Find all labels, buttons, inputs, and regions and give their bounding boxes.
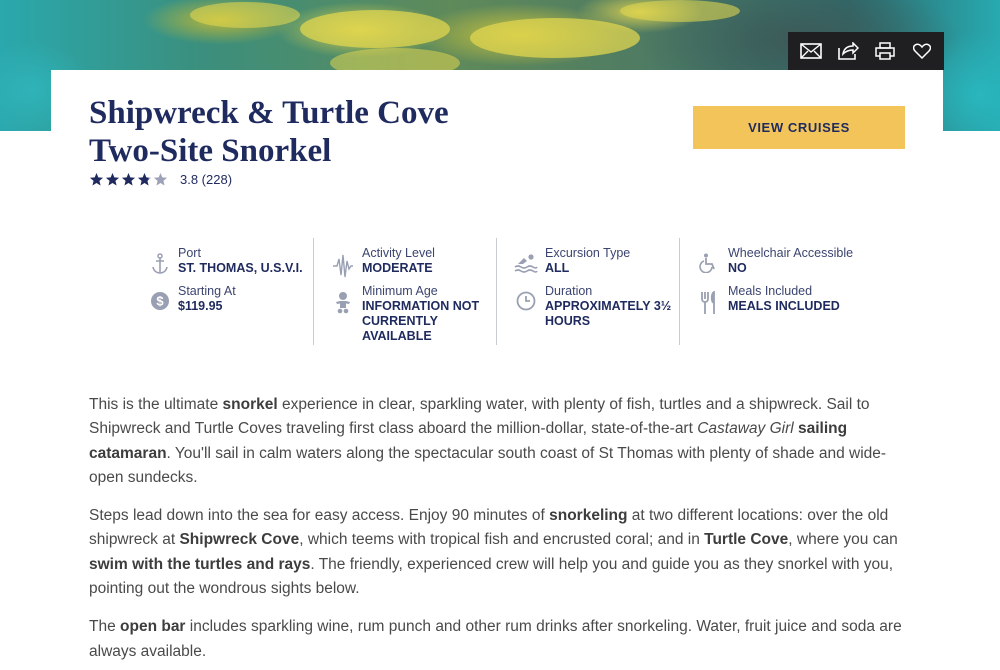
fact-value: ST. THOMAS, U.S.V.I. — [178, 261, 303, 275]
fact-label: Starting At — [178, 284, 236, 298]
highlight-text: swim with the turtles and rays — [89, 555, 311, 573]
print-icon — [874, 42, 895, 60]
excursion-description: This is the ultimate snorkel experience … — [89, 393, 911, 670]
fact-wheelchair-accessible: Wheelchair Accessible NO — [694, 246, 853, 276]
mail-icon — [799, 43, 822, 59]
activity-icon — [333, 254, 353, 278]
fact-value: ALL — [545, 261, 570, 275]
fact-label: Wheelchair Accessible — [728, 246, 854, 260]
fact-value: APPROXIMATELY 3½ HOURS — [545, 299, 672, 328]
highlight-text: snorkeling — [549, 507, 628, 525]
view-cruises-button[interactable]: VIEW CRUISES — [693, 106, 905, 149]
favorite-button[interactable] — [909, 38, 935, 64]
description-paragraph: The open bar includes sparkling wine, ru… — [89, 618, 902, 660]
share-button[interactable] — [835, 38, 861, 64]
fact-label: Meals Included — [728, 284, 813, 298]
star-icon — [153, 172, 168, 186]
email-share-button[interactable] — [798, 38, 824, 64]
star-icon — [137, 172, 152, 186]
highlight-text: snorkel — [222, 396, 278, 413]
fact-port: Port ST. THOMAS, U.S.V.I. — [142, 246, 303, 276]
anchor-icon — [152, 253, 168, 274]
facts-column-2: Activity Level MODERATE Minimum Age INFO… — [313, 238, 496, 345]
wheelchair-icon — [699, 253, 715, 273]
fact-meals-included: Meals Included MEALS INCLUDED — [694, 284, 840, 315]
utensils-icon — [701, 291, 715, 314]
fact-excursion-type: Excursion Type ALL — [511, 246, 630, 276]
fact-duration: Duration APPROXIMATELY 3½ HOURS — [511, 284, 680, 329]
star-icon — [105, 172, 120, 186]
fact-label: Minimum Age — [362, 284, 438, 298]
page-title: Shipwreck & Turtle Cove Two-Site Snorkel — [89, 95, 449, 169]
share-icon — [837, 42, 859, 60]
facts-column-1: Port ST. THOMAS, U.S.V.I. $ Starting At … — [130, 238, 313, 345]
fact-minimum-age: Minimum Age INFORMATION NOT CURRENTLY AV… — [328, 284, 492, 344]
print-button[interactable] — [872, 38, 898, 64]
fact-label: Port — [178, 246, 201, 260]
heart-icon — [912, 43, 931, 59]
vessel-name: Castaway Girl — [697, 420, 794, 438]
fact-label: Duration — [545, 284, 593, 298]
rating-stars — [89, 172, 168, 187]
fact-value: $119.95 — [178, 299, 223, 313]
highlight-text: Shipwreck Cove — [179, 531, 300, 549]
star-icon — [89, 172, 104, 186]
clock-icon — [516, 291, 536, 311]
star-icon — [121, 172, 136, 186]
facts-column-4: Wheelchair Accessible NO Meals Included … — [679, 238, 879, 345]
description-paragraph: Steps lead down into the sea for easy ac… — [89, 507, 898, 598]
fact-starting-at: $ Starting At $119.95 — [142, 284, 236, 314]
baby-icon — [336, 292, 350, 314]
svg-text:$: $ — [156, 294, 164, 309]
fact-value: MEALS INCLUDED — [728, 299, 840, 313]
swimmer-icon — [514, 254, 538, 273]
rating[interactable]: 3.8 (228) — [89, 172, 232, 187]
fact-label: Activity Level — [362, 246, 435, 260]
description-paragraph: This is the ultimate snorkel experience … — [89, 396, 887, 486]
dollar-icon: $ — [151, 292, 169, 310]
fact-value: NO — [728, 261, 747, 275]
fact-value: MODERATE — [362, 261, 433, 275]
fact-label: Excursion Type — [545, 246, 631, 260]
facts-column-3: Excursion Type ALL Duration APPROXIMATEL… — [496, 238, 679, 345]
highlight-text: Turtle Cove — [704, 531, 789, 549]
highlight-text: open bar — [120, 618, 186, 636]
rating-text: 3.8 (228) — [180, 172, 233, 187]
fact-activity-level: Activity Level MODERATE — [328, 246, 435, 279]
excursion-facts: Port ST. THOMAS, U.S.V.I. $ Starting At … — [130, 238, 880, 345]
action-icon-bar — [788, 32, 944, 70]
fact-value: INFORMATION NOT CURRENTLY AVAILABLE — [362, 299, 480, 343]
